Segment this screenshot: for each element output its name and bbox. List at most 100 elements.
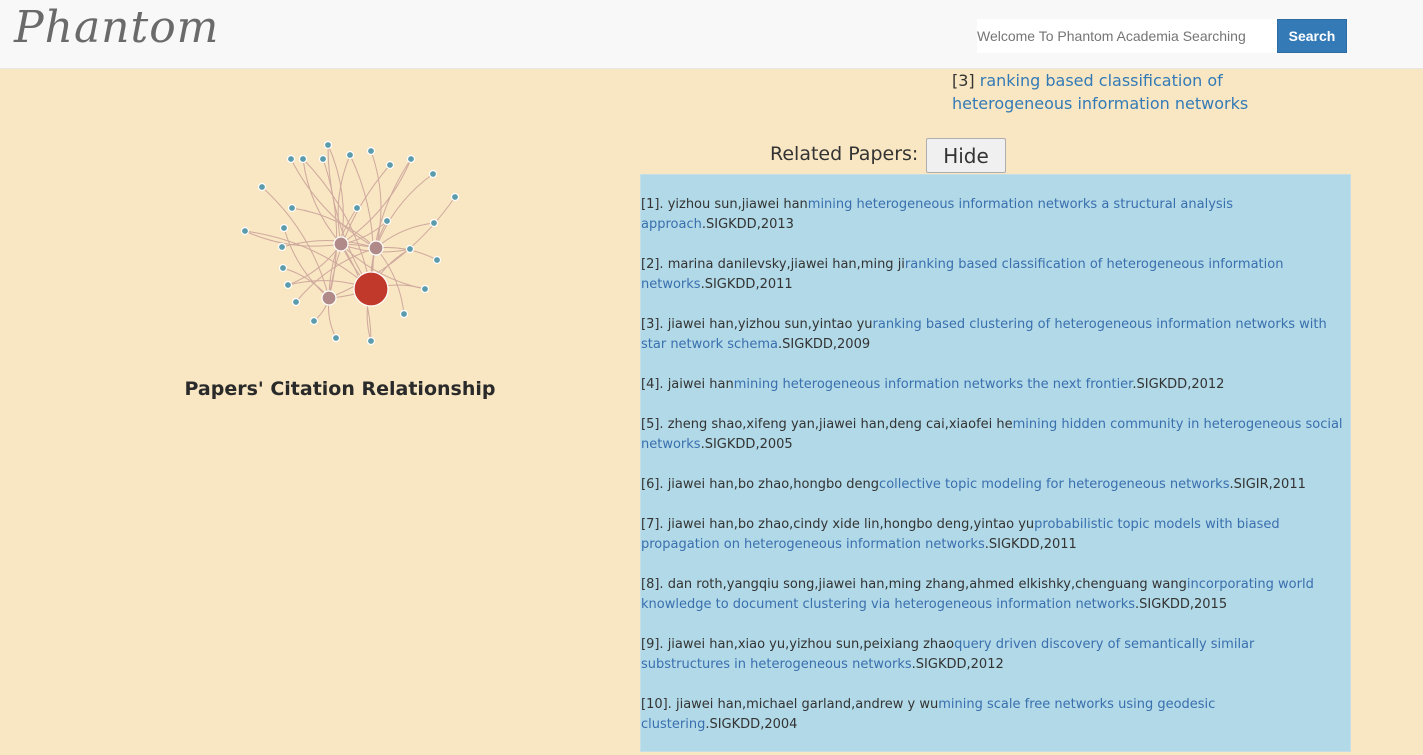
paper-authors: yizhou sun,jiawei han (667, 197, 808, 212)
hub-paper-node[interactable] (321, 290, 337, 306)
selected-paper-link[interactable]: ranking based classification of heteroge… (952, 71, 1248, 113)
citing-paper-node[interactable] (366, 336, 376, 346)
paper-number: [2]. (641, 257, 664, 272)
hub-paper-node[interactable] (368, 240, 384, 256)
paper-title-link[interactable]: collective topic modeling for heterogene… (879, 477, 1229, 492)
paper-year: 2012 (1191, 377, 1225, 392)
citing-paper-node[interactable] (323, 140, 333, 150)
selected-paper-index: [3] (952, 71, 975, 90)
paper-year: 2004 (764, 717, 798, 732)
citing-paper-node[interactable] (283, 280, 293, 290)
paper-authors: zheng shao,xifeng yan,jiawei han,deng ca… (667, 417, 1013, 432)
citing-paper-node[interactable] (278, 263, 288, 273)
citing-paper-node[interactable] (331, 333, 341, 343)
related-papers-label: Related Papers: (770, 143, 919, 165)
paper-number: [5]. (641, 417, 664, 432)
paper-number: [10]. (641, 697, 672, 712)
selected-paper-node[interactable] (353, 271, 389, 307)
selected-paper: [3] ranking based classification of hete… (952, 69, 1282, 115)
paper-number: [6]. (641, 477, 664, 492)
citing-paper-node[interactable] (345, 150, 355, 160)
paper-year: 2011 (1043, 537, 1077, 552)
paper-authors: dan roth,yangqiu song,jiawei han,ming zh… (667, 577, 1187, 592)
paper-venue: SIGKDD (988, 537, 1040, 552)
paper-authors: jiawei han,yizhou sun,yintao yu (667, 317, 873, 332)
paper-item: [1]. yizhou sun,jiawei hanmining heterog… (641, 197, 1234, 232)
search-input[interactable] (977, 19, 1277, 53)
citing-paper-node[interactable] (279, 223, 289, 233)
citation-edge (302, 158, 372, 290)
paper-year: 2009 (837, 337, 871, 352)
paper-authors: jiawei han,michael garland,andrew y wu (675, 697, 939, 712)
paper-venue: SIGKDD (915, 657, 967, 672)
paper-item: [10]. jiawei han,michael garland,andrew … (641, 697, 1216, 732)
citing-paper-node[interactable] (287, 203, 297, 213)
paper-item: [4]. jaiwei hanmining heterogeneous info… (641, 377, 1225, 392)
paper-item: [7]. jiawei han,bo zhao,cindy xide lin,h… (641, 517, 1280, 552)
paper-authors: marina danilevsky,jiawei han,ming ji (667, 257, 905, 272)
related-papers-panel: [1]. yizhou sun,jiawei han mining heterog… (640, 174, 1351, 752)
hub-paper-node[interactable] (333, 236, 349, 252)
citation-edge (302, 158, 342, 245)
paper-venue: SIGIR (1233, 477, 1269, 492)
paper-authors: jaiwei han (667, 377, 734, 392)
citing-paper-node[interactable] (450, 192, 460, 202)
citing-paper-node[interactable] (291, 297, 301, 307)
hide-button[interactable]: Hide (926, 138, 1006, 173)
paper-venue: SIGKDD (704, 277, 756, 292)
citing-paper-node[interactable] (420, 284, 430, 294)
citing-paper-node[interactable] (240, 226, 250, 236)
citing-paper-node[interactable] (406, 154, 416, 164)
search-button[interactable]: Search (1277, 19, 1347, 53)
paper-venue: SIGKDD (705, 217, 757, 232)
paper-number: [3]. (641, 317, 664, 332)
citing-paper-node[interactable] (429, 218, 439, 228)
citing-paper-node[interactable] (309, 316, 319, 326)
paper-number: [1]. (641, 197, 664, 212)
citing-paper-node[interactable] (286, 154, 296, 164)
citing-paper-node[interactable] (366, 146, 376, 156)
paper-venue: SIGKDD (1136, 377, 1188, 392)
citing-paper-node[interactable] (257, 182, 267, 192)
paper-year: 2005 (759, 437, 793, 452)
paper-item: [9]. jiawei han,xiao yu,yizhou sun,peixi… (641, 637, 1255, 672)
paper-number: [9]. (641, 637, 664, 652)
paper-number: [7]. (641, 517, 664, 532)
graph-title: Papers' Citation Relationship (184, 378, 496, 400)
paper-venue: SIGKDD (1139, 597, 1190, 612)
paper-authors: jiawei han,xiao yu,yizhou sun,peixiang z… (667, 637, 955, 652)
citation-edge (244, 230, 372, 290)
citing-paper-node[interactable] (277, 242, 287, 252)
paper-year: 2012 (970, 657, 1004, 672)
paper-year: 2015 (1194, 597, 1228, 612)
citing-paper-node[interactable] (318, 154, 328, 164)
paper-item: [8]. dan roth,yangqiu song,jiawei han,mi… (641, 577, 1314, 612)
paper-venue: SIGKDD (709, 717, 761, 732)
citing-paper-node[interactable] (399, 309, 409, 319)
related-papers-list: [1]. yizhou sun,jiawei han mining heterog… (641, 175, 1350, 735)
citation-edge (349, 154, 374, 290)
paper-item: [5]. zheng shao,xifeng yan,jiawei han,de… (641, 417, 1343, 452)
citing-paper-node[interactable] (428, 169, 438, 179)
citation-edge (375, 222, 435, 249)
paper-number: [8]. (641, 577, 664, 592)
paper-item: [6]. jiawei han,bo zhao,hongbo dengcolle… (641, 477, 1306, 492)
citing-paper-node[interactable] (382, 216, 392, 226)
brand-logo[interactable]: Phantom (14, 2, 219, 53)
citing-paper-node[interactable] (405, 244, 415, 254)
paper-authors: jiawei han,bo zhao,hongbo deng (667, 477, 880, 492)
citing-paper-node[interactable] (385, 160, 395, 170)
citing-paper-node[interactable] (352, 203, 362, 213)
paper-year: 2013 (760, 217, 794, 232)
paper-venue: SIGKDD (782, 337, 833, 352)
citation-graph[interactable] (230, 132, 470, 354)
navbar: Phantom Search (0, 0, 1423, 69)
paper-title-link[interactable]: mining heterogeneous information network… (734, 377, 1133, 392)
paper-item: [3]. jiawei han,yizhou sun,yintao yurank… (641, 317, 1327, 352)
paper-item: [2]. marina danilevsky,jiawei han,ming j… (641, 257, 1284, 292)
paper-year: 2011 (759, 277, 793, 292)
paper-authors: jiawei han,bo zhao,cindy xide lin,hongbo… (667, 517, 1035, 532)
paper-venue: SIGKDD (704, 437, 756, 452)
citing-paper-node[interactable] (432, 255, 442, 265)
citing-paper-node[interactable] (298, 154, 308, 164)
